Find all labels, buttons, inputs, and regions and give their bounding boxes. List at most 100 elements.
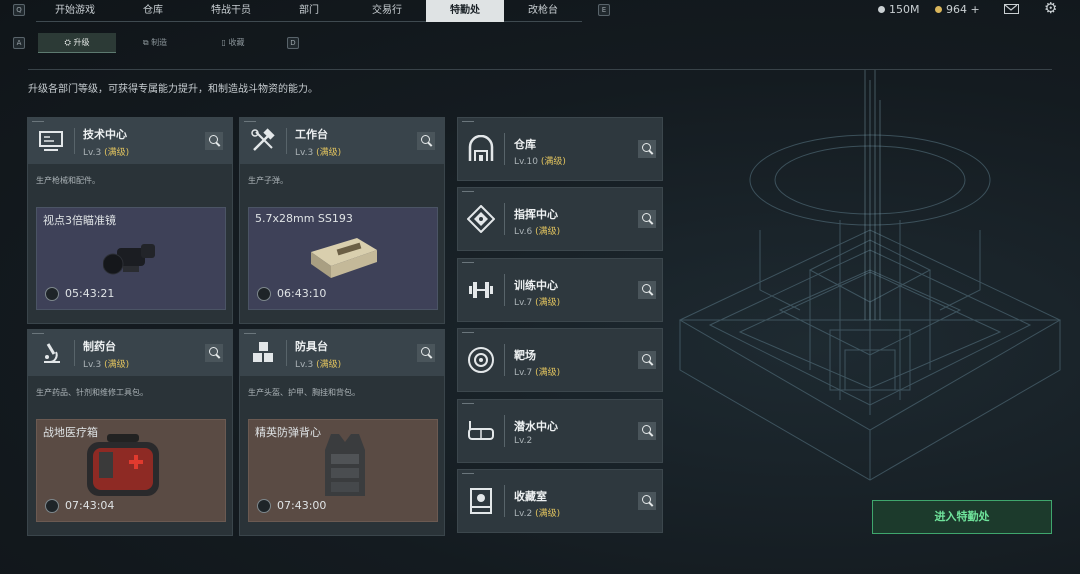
department-row-collection-room[interactable]: 收藏室 Lv.2 (满级) <box>457 469 663 533</box>
timer-icon <box>45 499 59 513</box>
search-icon[interactable] <box>205 132 223 150</box>
max-level-badge: (满级) <box>535 509 561 519</box>
department-row-warehouse[interactable]: 仓库 Lv.10 (满级) <box>457 117 663 181</box>
department-row-diving-center[interactable]: 潜水中心 Lv.2 <box>457 399 663 463</box>
corner-mark <box>32 333 44 334</box>
tab-warehouse[interactable]: 仓库 <box>114 0 192 22</box>
department-card-armor-bench[interactable]: 防具台 Lv.3 (满级) 生产头盔、护甲、胸挂和背包。 精英防弹背心 07:4… <box>239 329 445 536</box>
subtab-upgrade-label: 升级 <box>73 38 90 47</box>
tab-special-ops[interactable]: 特勤处 <box>426 0 504 22</box>
production-timer: 05:43:21 <box>65 287 115 300</box>
search-icon[interactable] <box>638 140 656 158</box>
key-hint-e: E <box>598 4 610 16</box>
row-title: 仓库 <box>514 138 536 151</box>
row-level: Lv.6 (满级) <box>514 224 560 237</box>
row-title: 训练中心 <box>514 279 558 292</box>
separator <box>286 340 287 366</box>
tab-departments[interactable]: 部门 <box>270 0 348 22</box>
microscope-icon <box>44 343 60 363</box>
warehouse-icon <box>468 135 494 161</box>
department-row-training-center[interactable]: 训练中心 Lv.7 (满级) <box>457 258 663 322</box>
row-title: 收藏室 <box>514 490 547 503</box>
divider <box>28 69 1052 70</box>
separator <box>504 344 505 376</box>
enter-special-ops-button[interactable]: 进入特勤处 <box>872 500 1052 534</box>
level-value: Lv.3 <box>295 148 314 158</box>
computer-icon <box>39 131 63 151</box>
gold-coin-icon <box>935 6 942 13</box>
card-description: 生产头盔、护甲、胸挂和背包。 <box>248 388 360 397</box>
production-slot[interactable]: 5.7x28mm SS193 06:43:10 <box>248 207 438 310</box>
max-level-badge: (满级) <box>535 298 561 308</box>
item-name: 5.7x28mm SS193 <box>255 212 353 225</box>
row-title: 靶场 <box>514 349 536 362</box>
max-level-badge: (满级) <box>540 157 566 167</box>
corner-mark <box>462 332 474 333</box>
row-title: 指挥中心 <box>514 208 558 221</box>
production-timer: 06:43:10 <box>277 287 327 300</box>
row-level: Lv.7 (满级) <box>514 295 560 308</box>
search-icon[interactable] <box>417 132 435 150</box>
target-icon <box>468 347 494 373</box>
sub-tabs: ⛭ 升级 ⧉ 制造 ▯ 收藏 <box>38 33 272 53</box>
production-slot[interactable]: 精英防弹背心 07:43:00 <box>248 419 438 522</box>
corner-mark <box>462 403 474 404</box>
card-title: 制药台 <box>83 340 116 353</box>
separator <box>504 133 505 165</box>
currency-gold-value: 964 + <box>946 3 980 16</box>
subtab-craft[interactable]: ⧉ 制造 <box>116 33 194 53</box>
separator <box>74 340 75 366</box>
tab-trading[interactable]: 交易行 <box>348 0 426 22</box>
department-card-tech-center[interactable]: 技术中心 Lv.3 (满级) 生产枪械和配件。 视点3倍瞄准镜 05:43:21 <box>27 117 233 324</box>
production-slot[interactable]: 战地医疗箱 07:43:04 <box>36 419 226 522</box>
dumbbell-icon <box>469 282 493 298</box>
max-level-badge: (满级) <box>316 148 342 158</box>
level-value: Lv.10 <box>514 157 538 167</box>
production-slot[interactable]: 视点3倍瞄准镜 05:43:21 <box>36 207 226 310</box>
corner-mark <box>462 121 474 122</box>
corner-mark <box>462 473 474 474</box>
search-icon[interactable] <box>638 422 656 440</box>
search-icon[interactable] <box>417 344 435 362</box>
search-icon[interactable] <box>205 344 223 362</box>
max-level-badge: (满级) <box>535 227 561 237</box>
search-icon[interactable] <box>638 492 656 510</box>
separator <box>504 485 505 517</box>
production-timer: 07:43:04 <box>65 499 115 512</box>
subtab-collection[interactable]: ▯ 收藏 <box>194 33 272 53</box>
cubes-icon <box>253 342 273 362</box>
search-icon[interactable] <box>638 351 656 369</box>
production-timer: 07:43:00 <box>277 499 327 512</box>
tab-gunsmith[interactable]: 改枪台 <box>504 0 582 22</box>
department-row-shooting-range[interactable]: 靶场 Lv.7 (满级) <box>457 328 663 392</box>
currency-gold[interactable]: 964 + <box>935 3 980 16</box>
separator <box>74 128 75 154</box>
tools-icon <box>251 128 275 151</box>
item-name: 视点3倍瞄准镜 <box>43 214 116 227</box>
item-name: 精英防弹背心 <box>255 426 321 439</box>
card-level: Lv.3 (满级) <box>295 357 341 370</box>
diving-mask-icon <box>468 421 494 440</box>
key-hint-d: D <box>287 37 299 49</box>
department-card-pharmacy[interactable]: 制药台 Lv.3 (满级) 生产药品、针剂和维修工具包。 战地医疗箱 07:43… <box>27 329 233 536</box>
separator <box>504 274 505 306</box>
card-header: 防具台 Lv.3 (满级) <box>240 330 444 376</box>
key-hint-q: Q <box>13 4 25 16</box>
currency-silver[interactable]: 150M <box>878 3 920 16</box>
subtab-collection-label: 收藏 <box>228 38 245 47</box>
card-title: 技术中心 <box>83 128 127 141</box>
department-row-command-center[interactable]: 指挥中心 Lv.6 (满级) <box>457 187 663 251</box>
settings-gear-icon[interactable]: ⚙ <box>1044 1 1058 16</box>
card-title: 防具台 <box>295 340 328 353</box>
max-level-badge: (满级) <box>316 360 342 370</box>
tab-start-game[interactable]: 开始游戏 <box>36 0 114 22</box>
subtab-upgrade[interactable]: ⛭ 升级 <box>38 33 116 53</box>
key-hint-a: A <box>13 37 25 49</box>
subtab-craft-label: 制造 <box>151 38 168 47</box>
department-card-workbench[interactable]: 工作台 Lv.3 (满级) 生产子弹。 5.7x28mm SS193 06:43… <box>239 117 445 324</box>
search-icon[interactable] <box>638 281 656 299</box>
first-aid-kit-image <box>87 434 159 496</box>
mail-icon[interactable] <box>1004 4 1019 14</box>
search-icon[interactable] <box>638 210 656 228</box>
tab-operators[interactable]: 特战干员 <box>192 0 270 22</box>
